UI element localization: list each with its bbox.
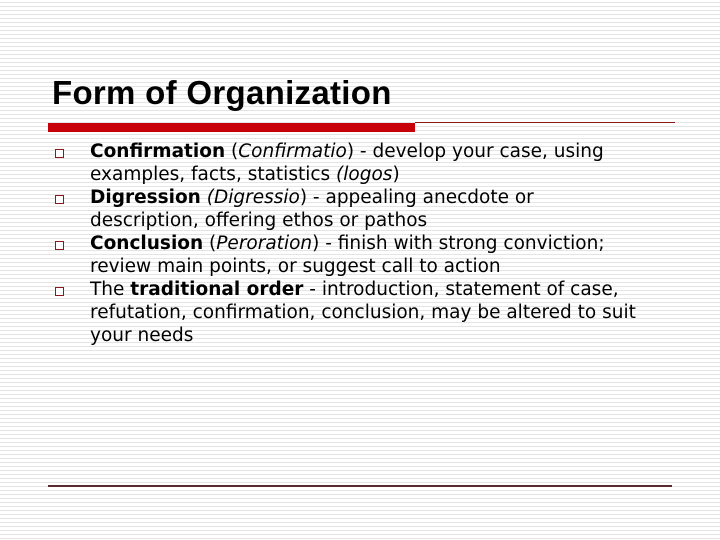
latin-term: Peroration — [216, 233, 313, 254]
square-bullet-icon — [55, 241, 64, 250]
appeal: (logos — [336, 164, 393, 185]
title-underline-thin — [415, 122, 675, 123]
term: Digression — [90, 187, 201, 208]
bullet-list: Confirmation (Confirmatio) - develop you… — [48, 140, 648, 347]
term: Confirmation — [90, 141, 226, 162]
list-item-digression: Digression (Digressio) - appealing anecd… — [48, 186, 648, 232]
latin-term: (Digressio — [206, 187, 300, 208]
footer-rule — [48, 485, 672, 487]
list-item-confirmation: Confirmation (Confirmatio) - develop you… — [48, 140, 648, 186]
title-underline-accent — [48, 123, 415, 132]
slide-title: Form of Organization — [52, 74, 392, 111]
list-item-conclusion: Conclusion (Peroration) - finish with st… — [48, 232, 648, 278]
term: Conclusion — [90, 233, 204, 254]
term: traditional order — [130, 279, 304, 300]
list-item-traditional-order: The traditional order - introduction, st… — [48, 278, 648, 347]
square-bullet-icon — [55, 149, 64, 158]
square-bullet-icon — [55, 195, 64, 204]
square-bullet-icon — [55, 287, 64, 296]
latin-term: Confirmatio — [238, 141, 347, 162]
